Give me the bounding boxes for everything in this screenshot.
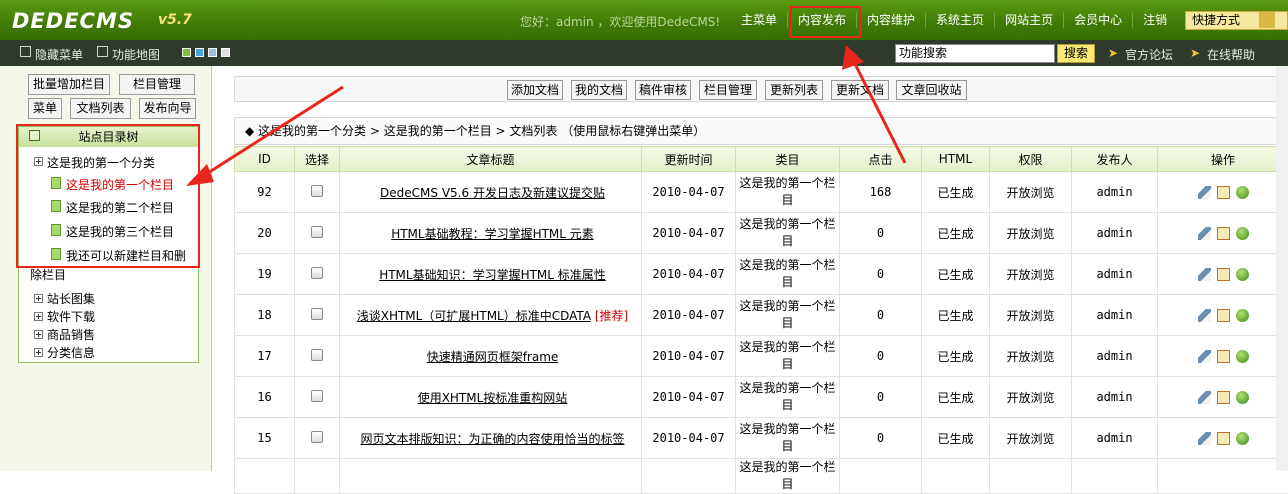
arrowhead-top [842,45,864,70]
annotation-arrow-top [853,60,905,163]
annotation-arrow-left [200,87,343,178]
arrowhead-left [186,164,214,186]
annotation-arrows [0,0,1288,471]
